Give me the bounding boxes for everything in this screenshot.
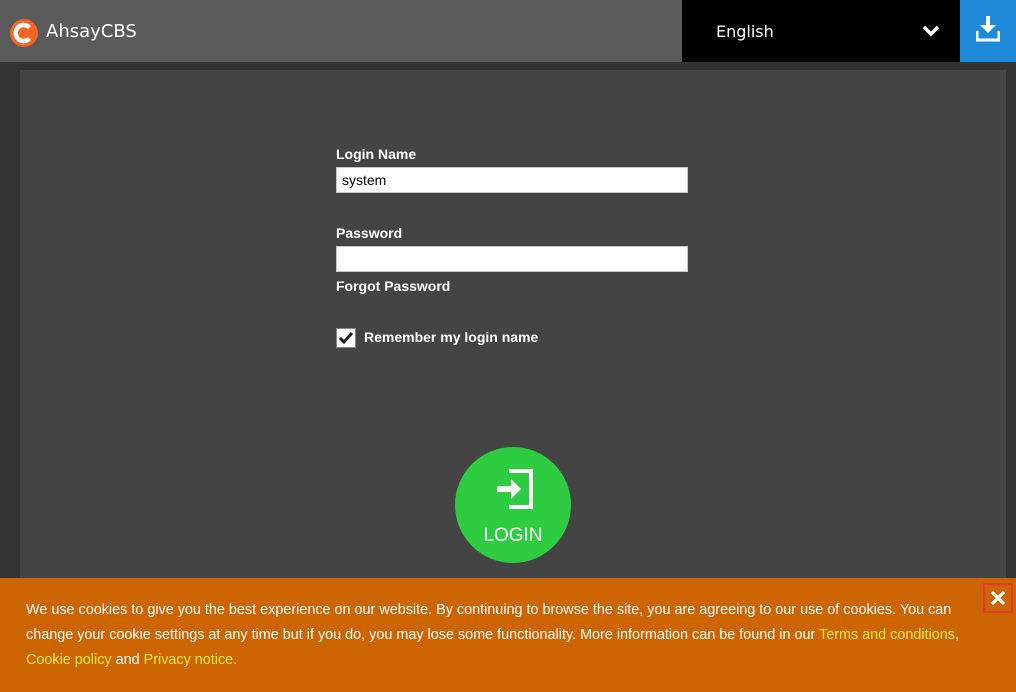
forgot-password-link[interactable]: Forgot Password bbox=[336, 278, 450, 294]
download-icon bbox=[976, 16, 1000, 42]
cookie-separator: , bbox=[954, 627, 959, 643]
app-header: AhsayCBS English bbox=[0, 0, 1016, 62]
login-button-label: LOGIN bbox=[483, 525, 543, 546]
cookie-banner: We use cookies to give you the best expe… bbox=[0, 578, 1016, 692]
cookie-policy-link[interactable]: Cookie policy bbox=[26, 652, 112, 668]
remember-login-label[interactable]: Remember my login name bbox=[364, 329, 538, 345]
cookie-message: We use cookies to give you the best expe… bbox=[26, 598, 986, 673]
chevron-down-icon bbox=[922, 25, 940, 37]
login-name-label: Login Name bbox=[336, 146, 417, 162]
language-selected-value: English bbox=[716, 22, 774, 41]
cookie-message-end: . bbox=[233, 652, 238, 668]
close-icon bbox=[990, 590, 1006, 606]
ahsay-logo-icon bbox=[10, 19, 38, 47]
password-label: Password bbox=[336, 225, 403, 241]
password-input[interactable] bbox=[336, 246, 688, 272]
privacy-notice-link[interactable]: Privacy notice bbox=[144, 652, 234, 668]
cookie-close-button[interactable] bbox=[983, 583, 1013, 613]
login-button[interactable]: LOGIN bbox=[455, 447, 571, 563]
sign-in-icon bbox=[497, 469, 533, 509]
checkmark-icon bbox=[338, 330, 354, 346]
remember-login-checkbox[interactable] bbox=[336, 328, 356, 348]
language-select[interactable]: English bbox=[682, 0, 960, 62]
app-title: AhsayCBS bbox=[46, 21, 137, 42]
cookie-separator-and: and bbox=[111, 652, 144, 668]
cookie-message-text: We use cookies to give you the best expe… bbox=[26, 602, 952, 643]
terms-conditions-link[interactable]: Terms and conditions bbox=[819, 627, 955, 643]
login-name-input[interactable] bbox=[336, 167, 688, 193]
download-button[interactable] bbox=[960, 0, 1016, 62]
